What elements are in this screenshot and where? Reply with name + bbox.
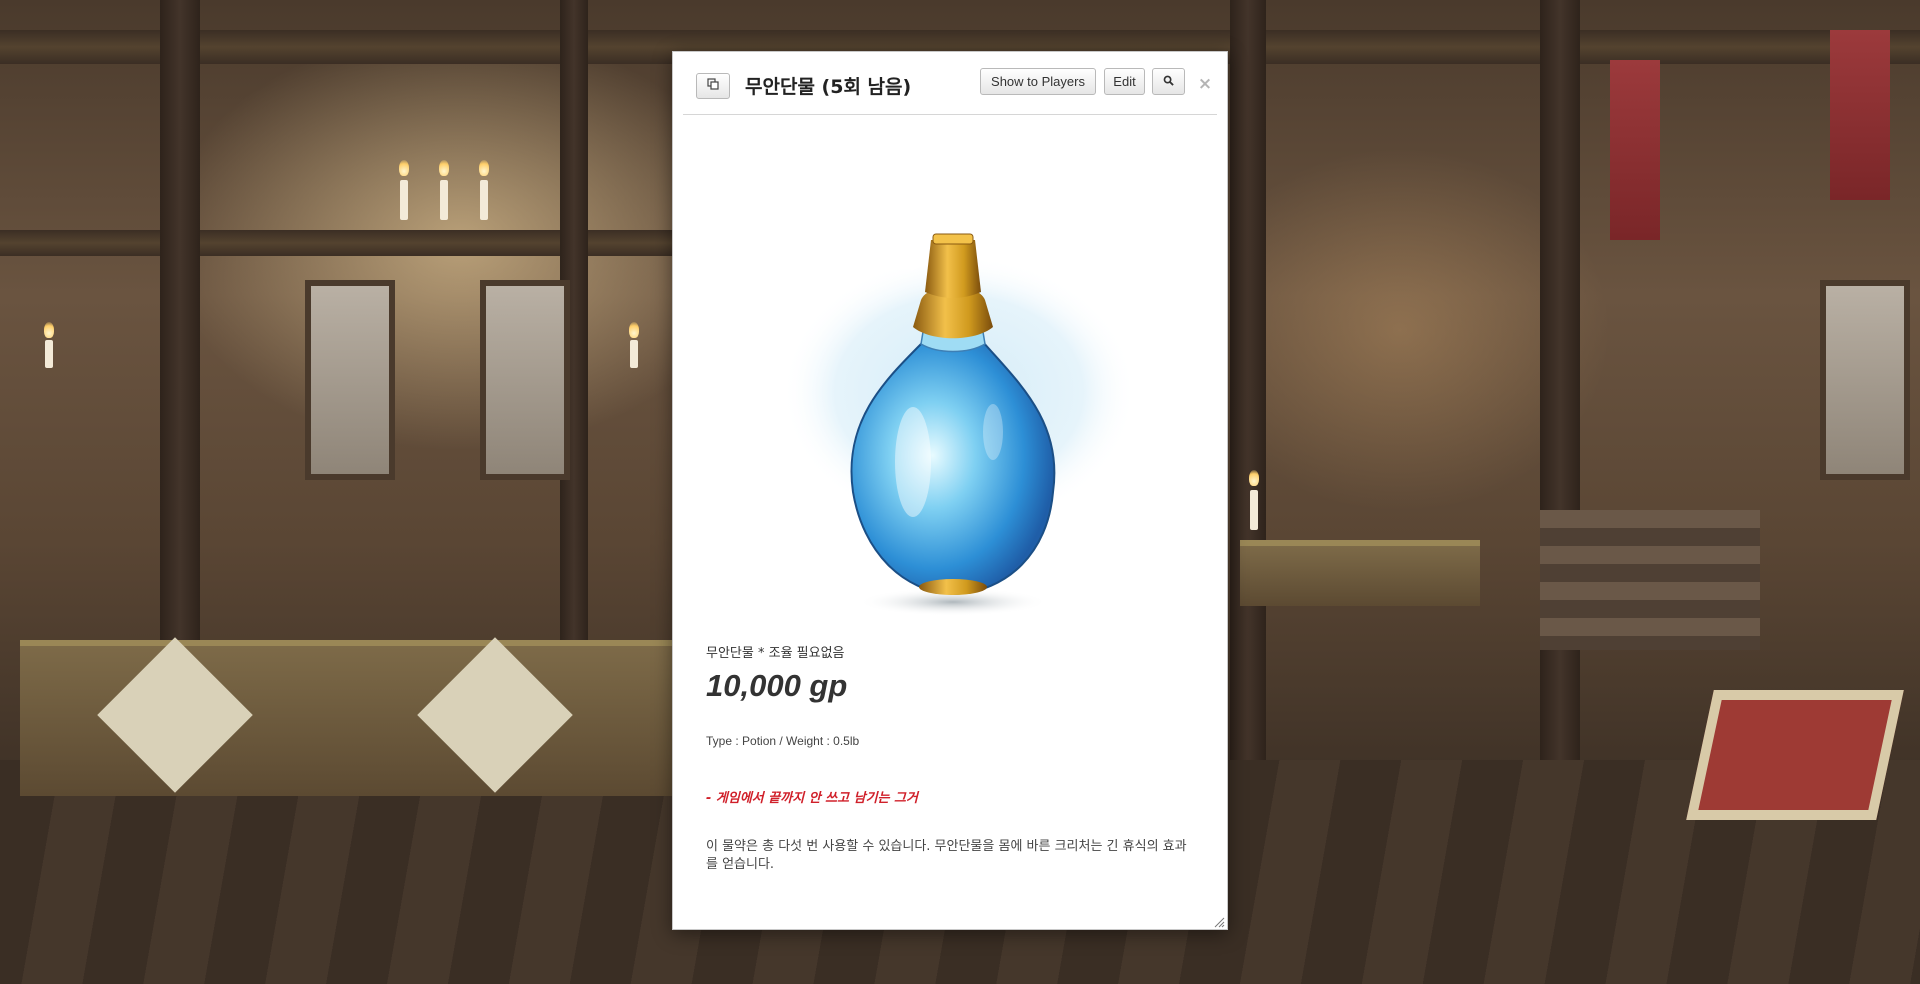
title-divider bbox=[683, 114, 1217, 115]
popout-button[interactable] bbox=[696, 73, 730, 99]
close-button[interactable]: × bbox=[1197, 76, 1213, 93]
popout-icon bbox=[707, 77, 719, 95]
item-dialog: 무안단물 (5회 남음) Show to Players Edit × 무안단물… bbox=[672, 51, 1228, 930]
resize-handle[interactable] bbox=[1213, 915, 1225, 928]
item-type-weight: Type : Potion / Weight : 0.5lb bbox=[706, 734, 860, 748]
edit-button[interactable]: Edit bbox=[1104, 68, 1145, 95]
potion-image bbox=[763, 182, 1153, 622]
dialog-title: 무안단물 (5회 남음) bbox=[745, 76, 912, 98]
dialog-titlebar[interactable]: 무안단물 (5회 남음) Show to Players Edit × bbox=[673, 52, 1227, 115]
show-to-players-button[interactable]: Show to Players bbox=[980, 68, 1096, 95]
magnifier-icon bbox=[1163, 74, 1174, 89]
search-button[interactable] bbox=[1152, 68, 1185, 95]
item-note: - 게임에서 끝까지 안 쓰고 남기는 그거 bbox=[706, 791, 918, 806]
item-description: 이 물약은 총 다섯 번 사용할 수 있습니다. 무안단물을 몸에 바른 크리처… bbox=[706, 839, 1187, 872]
item-price: 10,000 gp bbox=[706, 668, 848, 703]
item-subtitle: 무안단물 * 조율 필요없음 bbox=[706, 646, 845, 661]
